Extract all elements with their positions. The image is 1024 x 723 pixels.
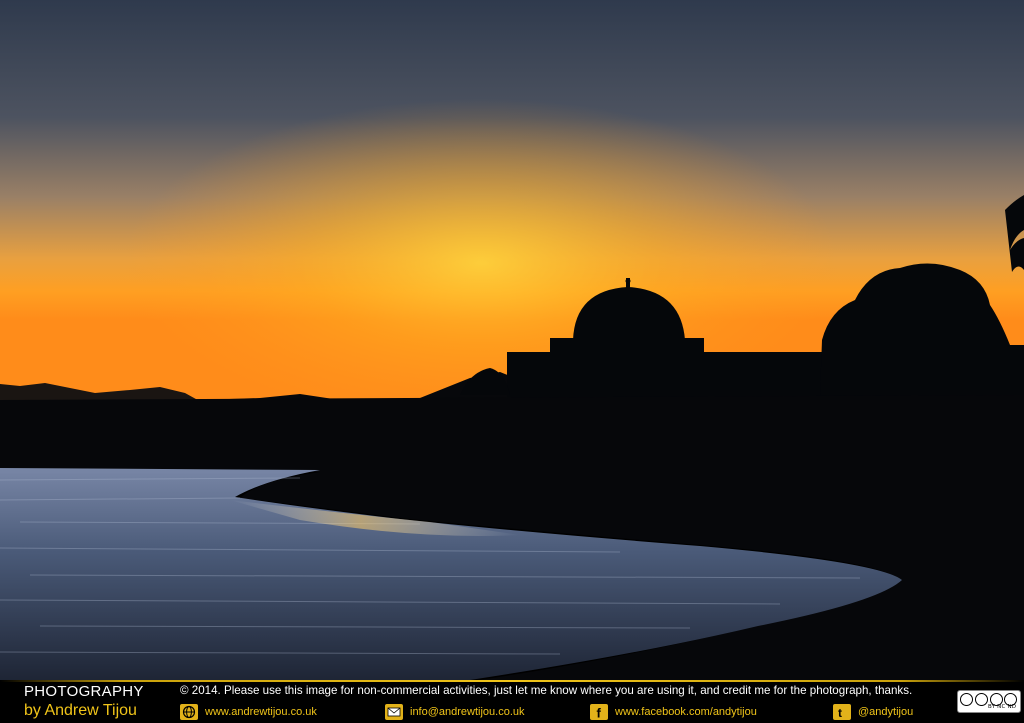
globe-icon xyxy=(180,704,198,720)
email-label: info@andrewtijou.co.uk xyxy=(410,706,525,718)
footer-divider xyxy=(0,680,1024,682)
svg-text:t: t xyxy=(838,706,842,720)
usage-notice: © 2014. Please use this image for non-co… xyxy=(180,684,913,697)
sunset-photo xyxy=(0,0,1024,680)
creative-commons-badge: BY NC ND xyxy=(957,690,1021,713)
facebook-label: www.facebook.com/andytijou xyxy=(615,706,757,718)
photo-credit-bar: PHOTOGRAPHY by Andrew Tijou © 2014. Plea… xyxy=(0,680,1024,723)
website-label: www.andrewtijou.co.uk xyxy=(205,706,317,718)
by-icon xyxy=(975,693,988,706)
website-link[interactable]: www.andrewtijou.co.uk xyxy=(180,704,317,720)
facebook-icon: f xyxy=(590,704,608,721)
license-label: BY NC ND xyxy=(988,704,1017,710)
twitter-icon: t xyxy=(833,704,851,720)
facebook-link[interactable]: f www.facebook.com/andytijou xyxy=(590,704,757,721)
cc-icon xyxy=(960,693,973,706)
svg-text:f: f xyxy=(597,706,602,721)
twitter-link[interactable]: t @andytijou xyxy=(833,704,913,720)
twitter-label: @andytijou xyxy=(858,706,914,718)
mail-icon xyxy=(385,704,403,720)
brand-author: by Andrew Tijou xyxy=(24,702,137,719)
brand-title: PHOTOGRAPHY xyxy=(24,683,144,700)
email-link[interactable]: info@andrewtijou.co.uk xyxy=(385,704,525,720)
